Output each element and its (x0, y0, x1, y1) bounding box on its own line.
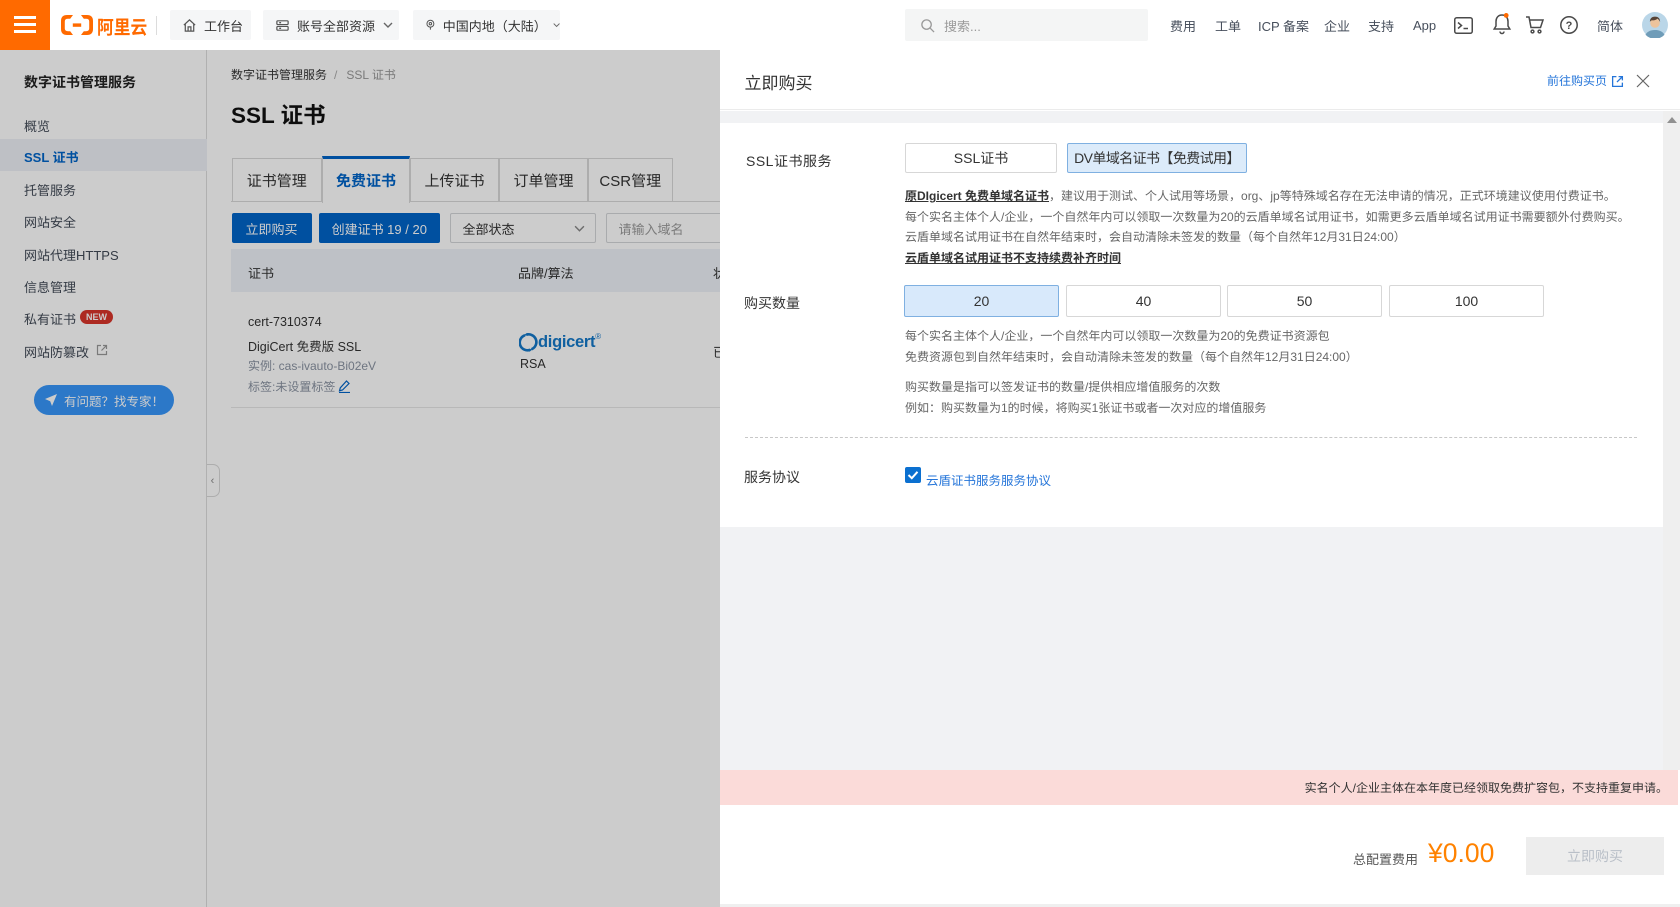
svg-text:?: ? (1566, 20, 1573, 32)
